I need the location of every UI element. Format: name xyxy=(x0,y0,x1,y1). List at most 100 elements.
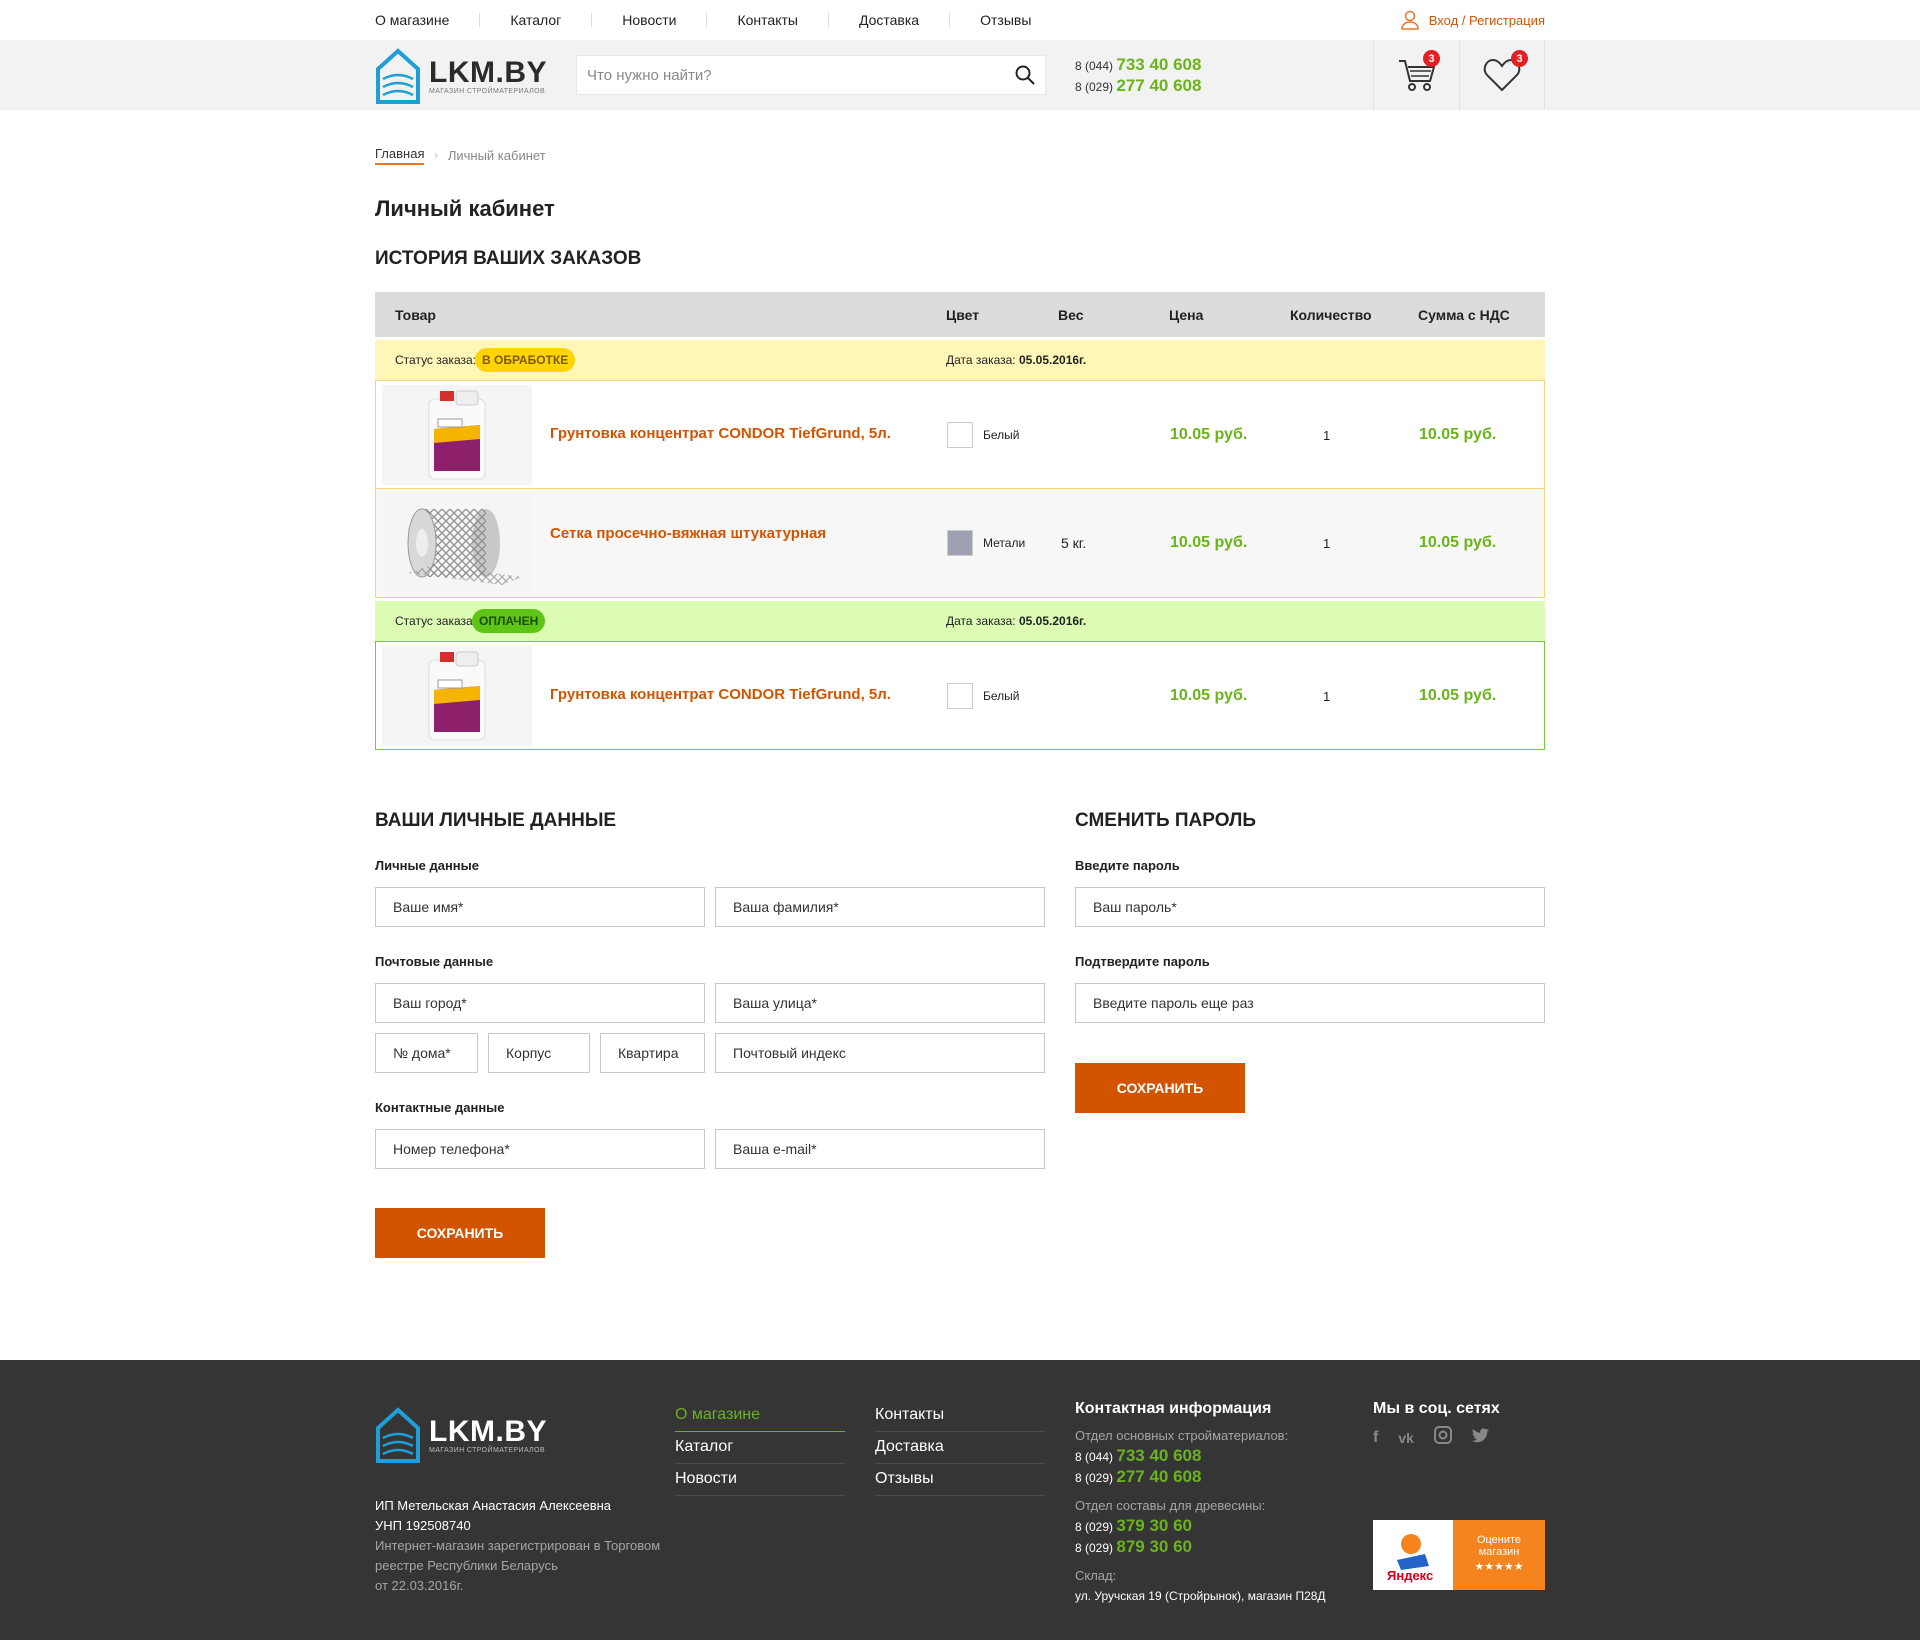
city-input[interactable] xyxy=(375,983,705,1023)
color-swatch xyxy=(947,683,973,709)
color-swatch xyxy=(947,530,973,556)
col-quantity: Количество xyxy=(1290,307,1372,323)
nav-catalog[interactable]: Каталог xyxy=(479,13,591,27)
dept2-phone2-number: 879 30 60 xyxy=(1116,1537,1193,1556)
header-phones: 8 (044) 733 40 608 8 (029) 277 40 608 xyxy=(1075,55,1201,97)
status-badge-paid: Оплачен xyxy=(472,609,546,633)
breadcrumb-current: Личный кабинет xyxy=(447,148,546,163)
warehouse-label: Склад: xyxy=(1075,1568,1117,1583)
search-icon xyxy=(1015,65,1035,85)
col-sum: Сумма с НДС xyxy=(1418,307,1510,323)
top-navigation: О магазине Каталог Новости Контакты Дост… xyxy=(0,0,1920,40)
login-link[interactable]: Вход / Регистрация xyxy=(1400,10,1545,30)
house-number-input[interactable] xyxy=(375,1033,478,1073)
confirm-password-input[interactable] xyxy=(1075,983,1545,1023)
phone2[interactable]: 277 40 608 xyxy=(1116,76,1201,95)
dept1-phone2-prefix: 8 (029) xyxy=(1075,1471,1114,1485)
footer-logo[interactable]: LKM.BY магазин стройматериалов xyxy=(375,1406,547,1464)
cart-count-badge: 3 xyxy=(1423,50,1440,67)
legal-owner: ИП Метельская Анастасия Алексеевна xyxy=(375,1498,612,1513)
apartment-input[interactable] xyxy=(600,1033,705,1073)
twitter-icon[interactable] xyxy=(1471,1427,1490,1448)
dept2-label: Отдел составы для древесины: xyxy=(1075,1498,1266,1513)
yandex-rating-badge[interactable]: Яндекс Оцените магазин ★★★★★ xyxy=(1373,1520,1545,1590)
weight-value: 5 кг. xyxy=(1061,535,1087,551)
password-input[interactable] xyxy=(1075,887,1545,927)
dept2-phone1-prefix: 8 (029) xyxy=(1075,1520,1114,1534)
save-personal-button[interactable]: Сохранить xyxy=(375,1208,545,1258)
color-label: Метали xyxy=(983,536,1026,550)
dept2-phone1[interactable]: 8 (029) 379 30 60 xyxy=(1075,1516,1335,1537)
footer-link-delivery[interactable]: Доставка xyxy=(875,1432,1045,1464)
cart-button[interactable]: 3 xyxy=(1373,40,1459,110)
favorites-count-badge: 3 xyxy=(1511,50,1528,67)
yandex-stars: ★★★★★ xyxy=(1474,1561,1524,1573)
product-image[interactable] xyxy=(382,385,532,485)
footer-link-about[interactable]: О магазине xyxy=(675,1400,845,1432)
dept1-phone1[interactable]: 8 (044) 733 40 608 xyxy=(1075,1446,1335,1467)
order-item-row: Грунтовка концентрат CONDOR TiefGrund, 5… xyxy=(375,380,1545,489)
page-title: Личный кабинет xyxy=(375,196,555,221)
dept1-label: Отдел основных стройматериалов: xyxy=(1075,1428,1289,1443)
first-name-input[interactable] xyxy=(375,887,705,927)
street-input[interactable] xyxy=(715,983,1045,1023)
social-title: Мы в соц. сетях xyxy=(1373,1400,1500,1417)
search-input[interactable] xyxy=(577,56,1005,94)
save-password-button[interactable]: Сохранить xyxy=(1075,1063,1245,1113)
footer-link-catalog[interactable]: Каталог xyxy=(675,1432,845,1464)
nav-delivery[interactable]: Доставка xyxy=(827,13,949,27)
footer-link-news[interactable]: Новости xyxy=(675,1464,845,1496)
product-name-link[interactable]: Грунтовка концентрат CONDOR TiefGrund, 5… xyxy=(550,686,891,703)
product-image[interactable] xyxy=(382,493,532,593)
user-icon xyxy=(1400,10,1419,30)
favorites-button[interactable]: 3 xyxy=(1459,40,1545,110)
product-image[interactable] xyxy=(382,646,532,746)
nav-news[interactable]: Новости xyxy=(591,13,706,27)
phone2-prefix: 8 (029) xyxy=(1075,80,1114,94)
date-label: Дата заказа: xyxy=(946,353,1016,367)
phone1[interactable]: 733 40 608 xyxy=(1116,55,1201,74)
header: LKM.BY магазин стройматериалов 8 (044) 7… xyxy=(0,40,1920,110)
nav-contacts[interactable]: Контакты xyxy=(706,13,827,27)
instagram-icon[interactable] xyxy=(1433,1426,1452,1449)
footer-link-contacts[interactable]: Контакты xyxy=(875,1400,1045,1432)
search-button[interactable] xyxy=(1005,56,1045,94)
contact-label: Контактные данные xyxy=(375,1100,505,1115)
email-input[interactable] xyxy=(715,1129,1045,1169)
breadcrumb-home[interactable]: Главная xyxy=(375,146,425,165)
dept1-phone2[interactable]: 8 (029) 277 40 608 xyxy=(1075,1467,1335,1488)
product-name-link[interactable]: Сетка просечно-вяжная штукатурная xyxy=(550,525,826,542)
date-value: 05.05.2016г. xyxy=(1019,614,1087,628)
footer-logo-text: LKM.BY xyxy=(429,1414,547,1448)
phone-input[interactable] xyxy=(375,1129,705,1169)
zip-input[interactable] xyxy=(715,1033,1045,1073)
footer: LKM.BY магазин стройматериалов ИП Метель… xyxy=(0,1360,1920,1640)
sum-value: 10.05 руб. xyxy=(1419,687,1497,704)
price-value: 10.05 руб. xyxy=(1170,426,1248,443)
col-price: Цена xyxy=(1169,307,1204,323)
contacts-title: Контактная информация xyxy=(1075,1400,1272,1417)
logo[interactable]: LKM.BY магазин стройматериалов xyxy=(375,47,547,105)
legal-unp: УНП 192508740 xyxy=(375,1518,471,1533)
nav-reviews[interactable]: Отзывы xyxy=(949,13,1061,27)
breadcrumb: Главная › Личный кабинет xyxy=(375,146,546,165)
order-status-row: Статус заказа: В обработке Дата заказа: … xyxy=(375,340,1545,380)
dept2-phone1-number: 379 30 60 xyxy=(1116,1516,1193,1535)
footer-contacts: Контактная информация Отдел основных стр… xyxy=(1075,1400,1335,1606)
facebook-icon[interactable]: f xyxy=(1373,1429,1378,1447)
vk-icon[interactable]: vk xyxy=(1398,1430,1414,1446)
status-label: Статус заказа: xyxy=(395,353,477,367)
col-product: Товар xyxy=(395,307,436,323)
last-name-input[interactable] xyxy=(715,887,1045,927)
building-input[interactable] xyxy=(488,1033,590,1073)
status-badge-processing: В обработке xyxy=(475,348,576,372)
footer-link-reviews[interactable]: Отзывы xyxy=(875,1464,1045,1496)
nav-about[interactable]: О магазине xyxy=(375,13,479,27)
password-label: Введите пароль xyxy=(1075,858,1180,873)
product-name-link[interactable]: Грунтовка концентрат CONDOR TiefGrund, 5… xyxy=(550,425,891,442)
sum-value: 10.05 руб. xyxy=(1419,534,1497,551)
dept2-phone2[interactable]: 8 (029) 879 30 60 xyxy=(1075,1537,1335,1558)
logo-text: LKM.BY xyxy=(429,55,547,89)
warehouse-address: ул. Уручская 19 (Стройрынок), магазин П2… xyxy=(1075,1589,1326,1603)
footer-social: Мы в соц. сетях f vk Яндекс Оцените мага… xyxy=(1373,1400,1545,1590)
